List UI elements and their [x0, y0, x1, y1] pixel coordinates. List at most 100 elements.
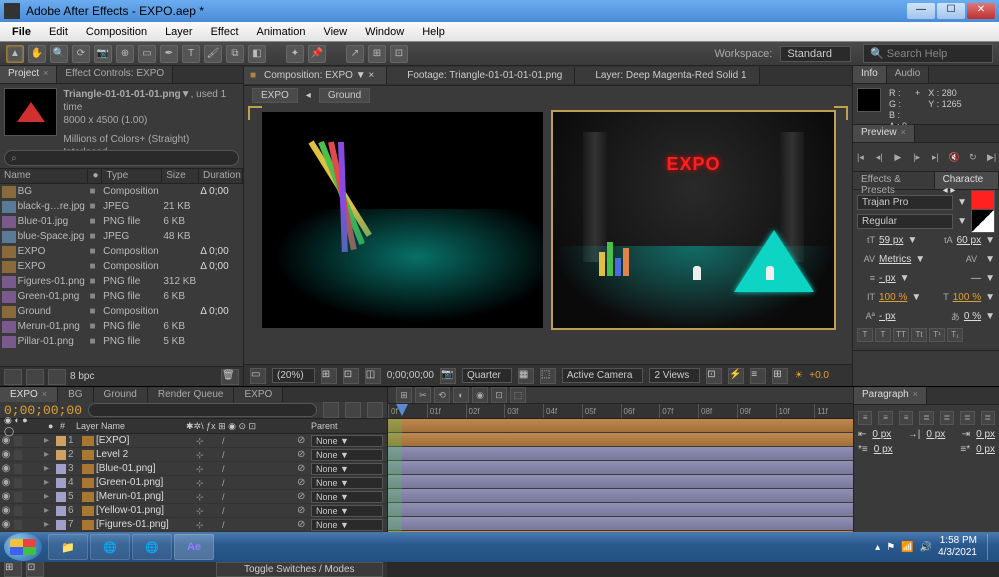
fast-preview-icon[interactable]: ⚡ — [728, 368, 744, 384]
tsume[interactable]: 0 % — [964, 311, 981, 322]
caps-icon[interactable]: TT — [893, 328, 909, 342]
menu-composition[interactable]: Composition — [78, 24, 155, 40]
guide-icon[interactable]: ⊡ — [343, 368, 359, 384]
start-button[interactable] — [4, 533, 42, 561]
maximize-button[interactable]: ☐ — [937, 3, 965, 19]
type-tool[interactable]: T — [182, 45, 200, 63]
layer-row[interactable]: ◉▸3[Blue-01.png]⊹/⊘None ▼ — [0, 462, 387, 476]
comp-mini-flowchart-icon[interactable] — [323, 402, 339, 418]
brush-tool[interactable]: 🖌 — [204, 45, 222, 63]
menu-file[interactable]: File — [4, 24, 39, 40]
font-family-selector[interactable]: Trajan Pro — [857, 195, 953, 210]
viewer-time[interactable]: 0;00;00;00 — [387, 370, 434, 381]
layer-track[interactable] — [388, 489, 853, 503]
rect-tool[interactable]: ▭ — [138, 45, 156, 63]
project-item[interactable]: Figures-01.png■PNG file312 KB — [0, 274, 243, 289]
track-area[interactable] — [388, 419, 853, 545]
tray-volume-icon[interactable]: 🔊 — [920, 542, 932, 553]
space-after[interactable]: 0 px — [976, 444, 995, 455]
grid-icon[interactable]: ⊞ — [321, 368, 337, 384]
tray-network-icon[interactable]: 📶 — [901, 542, 913, 553]
stroke-color-swatch[interactable] — [971, 209, 995, 233]
mute-icon[interactable]: 🔇 — [947, 149, 962, 165]
layer-track[interactable] — [388, 433, 853, 447]
tl-btn-7[interactable]: ⬚ — [510, 387, 526, 403]
project-item[interactable]: blue-Space.jpg■JPEG48 KB — [0, 229, 243, 244]
audio-tab[interactable]: Audio — [887, 66, 930, 83]
bpc-label[interactable]: 8 bpc — [70, 371, 94, 382]
exposure-value[interactable]: +0.0 — [809, 370, 829, 381]
viewport-left[interactable] — [262, 112, 543, 328]
workspace-selector[interactable]: Standard — [780, 46, 851, 62]
project-item[interactable]: Pillar-01.png■PNG file5 KB — [0, 334, 243, 349]
region-icon[interactable]: ▭ — [250, 368, 266, 384]
layer-row[interactable]: ◉▸4[Green-01.png]⊹/⊘None ▼ — [0, 476, 387, 490]
project-tab[interactable]: Project× — [0, 66, 57, 83]
minimize-button[interactable]: — — [907, 3, 935, 19]
comp-tab-layer[interactable]: Layer: Deep Magenta-Red Solid 1 — [575, 67, 759, 84]
close-button[interactable]: ✕ — [967, 3, 995, 19]
kerning[interactable]: Metrics — [879, 254, 911, 265]
layer-row[interactable]: ◉▸6[Yellow-01.png]⊹/⊘None ▼ — [0, 504, 387, 518]
next-frame-icon[interactable]: |▸ — [909, 149, 924, 165]
menu-edit[interactable]: Edit — [41, 24, 76, 40]
menu-window[interactable]: Window — [357, 24, 412, 40]
camera-selector[interactable]: Active Camera — [562, 368, 644, 383]
task-chrome[interactable]: 🌐 — [90, 534, 130, 560]
crumb-ground[interactable]: Ground — [319, 88, 370, 103]
effects-presets-tab[interactable]: Effects & Presets — [853, 172, 935, 189]
transparency-icon[interactable]: ▦ — [518, 368, 534, 384]
first-frame-icon[interactable]: |◂ — [853, 149, 868, 165]
vert-scale[interactable]: 100 % — [879, 292, 907, 303]
menu-animation[interactable]: Animation — [249, 24, 314, 40]
crumb-expo[interactable]: EXPO — [252, 88, 298, 103]
eraser-tool[interactable]: ◧ — [248, 45, 266, 63]
layer-track[interactable] — [388, 475, 853, 489]
system-clock[interactable]: 1:58 PM 4/3/2021 — [938, 535, 981, 559]
layer-row[interactable]: ◉▸1[EXPO]⊹/⊘None ▼ — [0, 434, 387, 448]
layer-track[interactable] — [388, 517, 853, 531]
indent-right[interactable]: 0 px — [976, 429, 995, 440]
justify-last-right-icon[interactable]: ≣ — [960, 411, 974, 425]
resolution-selector[interactable]: Quarter — [462, 368, 512, 383]
bold-icon[interactable]: T — [857, 328, 873, 342]
roto-tool[interactable]: ✦ — [286, 45, 304, 63]
project-search[interactable]: ⌕ — [4, 150, 239, 166]
tl-expand-icon[interactable]: ⊞ — [4, 561, 22, 577]
clone-tool[interactable]: ⧉ — [226, 45, 244, 63]
3d-icon[interactable]: ⬚ — [540, 368, 556, 384]
info-tab[interactable]: Info — [853, 66, 887, 83]
selection-tool[interactable]: ▲ — [6, 45, 24, 63]
tl-tab-render[interactable]: Render Queue — [148, 387, 235, 402]
project-item[interactable]: BG■CompositionΔ 0;00 — [0, 184, 243, 199]
views-selector[interactable]: 2 Views — [649, 368, 700, 383]
subscript-icon[interactable]: T₁ — [947, 328, 963, 342]
baseline-shift[interactable]: - px — [879, 311, 896, 322]
project-item[interactable]: Merun-01.png■PNG file6 KB — [0, 319, 243, 334]
justify-all-icon[interactable]: ≣ — [981, 411, 995, 425]
loop-icon[interactable]: ↻ — [966, 149, 981, 165]
task-chrome-canary[interactable]: 🌐 — [132, 534, 172, 560]
new-folder-icon[interactable] — [26, 369, 44, 385]
font-style-selector[interactable]: Regular — [857, 214, 953, 229]
layer-track[interactable] — [388, 503, 853, 517]
align-center-icon[interactable]: ≡ — [878, 411, 892, 425]
tl-btn-6[interactable]: ⊡ — [491, 387, 507, 403]
align-left-icon[interactable]: ≡ — [858, 411, 872, 425]
indent-left[interactable]: 0 px — [872, 429, 891, 440]
layer-row[interactable]: ◉▸2Level 2⊹/⊘None ▼ — [0, 448, 387, 462]
tl-graph-icon[interactable]: ⊡ — [26, 561, 44, 577]
task-aftereffects[interactable]: Ae — [174, 534, 214, 560]
menu-layer[interactable]: Layer — [157, 24, 201, 40]
tl-tab-bg[interactable]: BG — [58, 387, 93, 402]
space-before[interactable]: 0 px — [874, 444, 893, 455]
superscript-icon[interactable]: T¹ — [929, 328, 945, 342]
leading[interactable]: 60 px — [957, 235, 981, 246]
zoom-selector[interactable]: (20%) — [272, 368, 315, 383]
project-item[interactable]: black-g…re.jpg■JPEG21 KB — [0, 199, 243, 214]
hand-tool[interactable]: ✋ — [28, 45, 46, 63]
world-axis[interactable]: ⊞ — [368, 45, 386, 63]
ram-preview-icon[interactable]: ▶| — [984, 149, 999, 165]
horiz-scale[interactable]: 100 % — [953, 292, 981, 303]
puppet-tool[interactable]: 📌 — [308, 45, 326, 63]
